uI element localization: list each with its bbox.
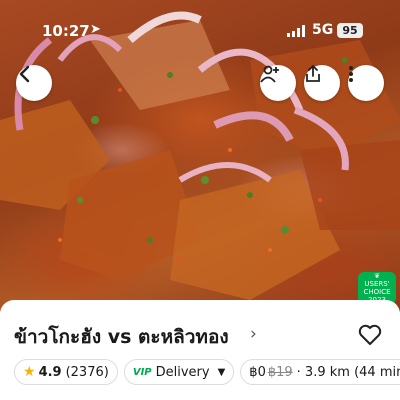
caret-down-icon: ▼	[217, 366, 226, 378]
rating-pill[interactable]: ★ 4.9 (2376)	[14, 359, 118, 385]
star-icon: ★	[23, 364, 36, 380]
back-button[interactable]	[16, 65, 52, 101]
chevron-right-icon[interactable]: ›	[250, 324, 257, 344]
distance-time: · 3.9 km (44 min)	[296, 364, 400, 380]
fee-original: ฿19	[267, 364, 293, 380]
fee-current: ฿0	[249, 364, 266, 380]
delivery-mode-dropdown[interactable]: VIP Delivery ▼	[123, 359, 235, 385]
rating-count: (2376)	[65, 364, 109, 380]
chevron-left-icon	[19, 65, 30, 83]
delivery-fee-pill[interactable]: ฿0 ฿19 · 3.9 km (44 min)	[240, 359, 400, 385]
share-icon	[306, 65, 320, 82]
rating-score: 4.9	[38, 364, 62, 380]
status-bar: 10:27 ➤ 5G 95	[0, 22, 400, 42]
more-button[interactable]	[348, 65, 384, 101]
vip-tag: VIP	[132, 366, 152, 378]
battery-indicator: 95	[337, 23, 363, 38]
restaurant-name[interactable]: ข้าวโกะฮัง vs ตะหลิวทอง	[14, 322, 229, 352]
restaurant-info-sheet: ข้าวโกะฮัง vs ตะหลิวทอง › ★ 4.9 (2376) V…	[0, 300, 400, 400]
laurel-icon: ❦	[374, 272, 380, 280]
add-person-icon	[260, 65, 279, 83]
favorite-button[interactable]	[358, 324, 382, 350]
hero-food-photo: 10:27 ➤ 5G 95 ❦ USERS' CHOICE	[0, 0, 400, 312]
group-order-button[interactable]	[260, 65, 296, 101]
location-arrow-icon: ➤	[90, 22, 101, 37]
delivery-label: Delivery	[155, 364, 210, 380]
food-illustration	[0, 11, 400, 300]
restaurant-meta-row: ★ 4.9 (2376) VIP Delivery ▼ ฿0 ฿19 · 3.9…	[14, 358, 400, 386]
share-button[interactable]	[304, 65, 340, 101]
network-label: 5G	[312, 22, 334, 38]
status-time: 10:27	[42, 22, 90, 40]
heart-icon	[358, 324, 382, 345]
more-vertical-icon	[349, 66, 353, 82]
